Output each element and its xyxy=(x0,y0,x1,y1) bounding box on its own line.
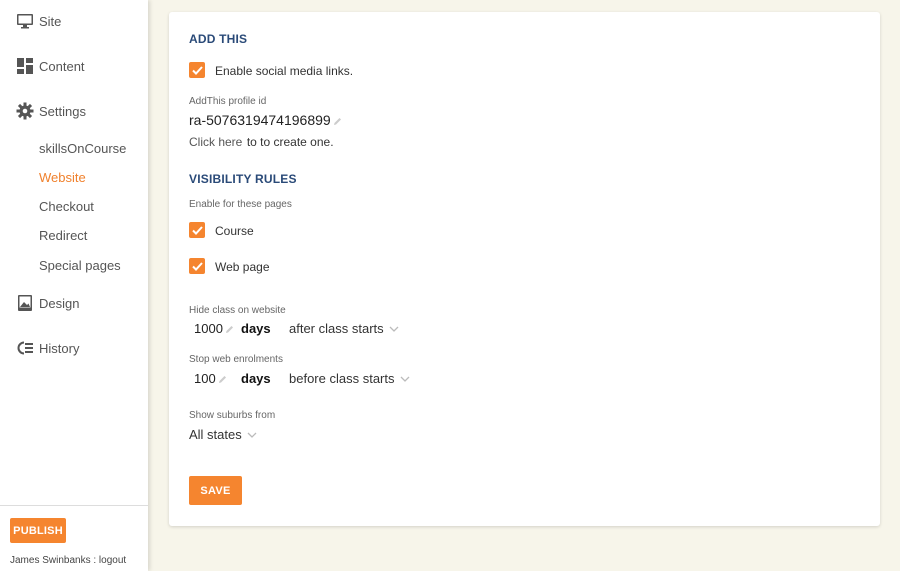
sidebar: Site Content Settings skillsOnCourse Web… xyxy=(0,0,148,571)
stop-enrol-label: Stop web enrolments xyxy=(189,354,283,365)
sidebar-item-label: History xyxy=(39,340,80,356)
sidebar-item-settings[interactable]: Settings xyxy=(16,102,86,120)
save-button[interactable]: SAVE xyxy=(189,476,242,505)
sidebar-item-label: Site xyxy=(39,13,62,29)
hide-days-value: 1000 xyxy=(194,321,223,336)
sidebar-subitem-checkout[interactable]: Checkout xyxy=(39,199,94,214)
profile-id-field[interactable]: ra-5076319474196899 xyxy=(189,112,342,128)
check-icon xyxy=(191,261,203,271)
check-icon xyxy=(191,65,203,75)
suburbs-label: Show suburbs from xyxy=(189,410,276,421)
visibility-section-title: VISIBILITY RULES xyxy=(189,172,297,186)
sidebar-divider xyxy=(0,505,148,506)
hide-when-value: after class starts xyxy=(289,321,384,336)
hide-days-unit: days xyxy=(241,321,271,336)
sidebar-subitem-skillsoncourse[interactable]: skillsOnCourse xyxy=(39,141,126,156)
monitor-icon xyxy=(16,12,34,30)
create-profile-line: Click here to to create one. xyxy=(189,133,334,151)
sidebar-item-design[interactable]: Design xyxy=(16,294,79,312)
stop-days-field[interactable]: 100 xyxy=(194,371,227,386)
enable-social-label: Enable social media links. xyxy=(215,64,354,78)
gear-icon xyxy=(16,102,34,120)
pencil-icon xyxy=(218,376,226,383)
image-icon xyxy=(16,294,34,312)
hide-class-label: Hide class on website xyxy=(189,305,286,316)
profile-id-label: AddThis profile id xyxy=(189,96,267,107)
sidebar-item-label: Content xyxy=(39,58,85,74)
check-icon xyxy=(191,225,203,235)
webpage-label: Web page xyxy=(215,260,270,274)
chevron-down-icon xyxy=(400,376,409,382)
sidebar-item-content[interactable]: Content xyxy=(16,57,85,75)
stop-days-unit: days xyxy=(241,371,271,386)
webpage-checkbox[interactable] xyxy=(189,258,205,274)
click-here-link[interactable]: Click here xyxy=(189,135,242,149)
pencil-icon xyxy=(225,326,233,333)
publish-button[interactable]: PUBLISH xyxy=(10,518,66,543)
course-checkbox[interactable] xyxy=(189,222,205,238)
suburbs-value: All states xyxy=(189,427,242,442)
enable-pages-label: Enable for these pages xyxy=(189,199,292,210)
sidebar-item-site[interactable]: Site xyxy=(16,12,61,30)
stop-when-value: before class starts xyxy=(289,371,395,386)
history-icon xyxy=(16,339,34,357)
create-profile-text: to to create one. xyxy=(246,135,334,149)
pencil-icon xyxy=(333,118,341,125)
profile-id-value: ra-5076319474196899 xyxy=(189,112,331,128)
suburbs-select[interactable]: All states xyxy=(189,427,257,442)
chevron-down-icon xyxy=(247,432,257,438)
sidebar-item-history[interactable]: History xyxy=(16,339,79,357)
sidebar-subitem-website[interactable]: Website xyxy=(39,170,86,185)
chevron-down-icon xyxy=(389,326,399,332)
course-label: Course xyxy=(215,224,254,238)
sidebar-item-label: Design xyxy=(39,295,80,311)
sidebar-subitem-redirect[interactable]: Redirect xyxy=(39,228,87,243)
stop-days-value: 100 xyxy=(194,371,216,386)
dashboard-icon xyxy=(16,57,34,75)
settings-card: ADD THIS Enable social media links. AddT… xyxy=(169,12,880,526)
hide-when-select[interactable]: after class starts xyxy=(289,321,399,336)
stop-when-select[interactable]: before class starts xyxy=(289,371,410,386)
addthis-section-title: ADD THIS xyxy=(189,32,248,46)
user-logout-link[interactable]: James Swinbanks : logout xyxy=(10,555,126,566)
hide-days-field[interactable]: 1000 xyxy=(194,321,234,336)
enable-social-checkbox[interactable] xyxy=(189,62,205,78)
sidebar-subitem-special-pages[interactable]: Special pages xyxy=(39,258,121,273)
sidebar-item-label: Settings xyxy=(39,103,86,119)
